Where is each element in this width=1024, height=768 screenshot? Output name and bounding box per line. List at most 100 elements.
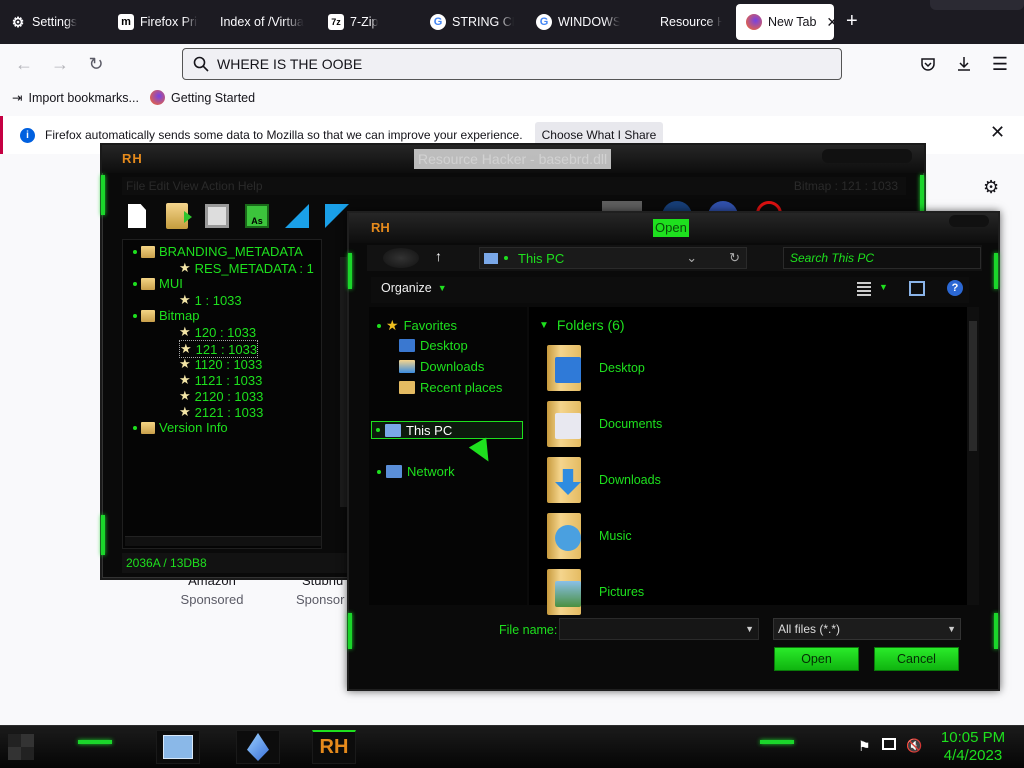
tree-node-bitmap[interactable]: Bitmap [133,308,199,323]
documents-folder-icon [547,401,581,447]
tree-node-mui[interactable]: MUI [133,276,183,291]
downloads-icon[interactable] [950,50,978,78]
taskbar: RH ⚑ 🔇 10:05 PM 4/4/2023 [0,725,1024,768]
refresh-icon[interactable]: ↻ [729,250,740,266]
new-tab-button[interactable]: + [846,10,858,33]
tab-windows[interactable]: G WINDOWS L [526,4,630,40]
folder-pictures[interactable]: Pictures [547,569,644,615]
organize-button[interactable]: Organize ▼ [381,281,447,295]
tree-node-1121[interactable]: ★ 1121 : 1033 [179,372,262,388]
forward-button[interactable]: → [46,50,74,78]
m-logo-icon: m [118,14,134,30]
back-forward-icon[interactable] [383,248,419,268]
rh-menu-bar[interactable]: File Edit View Action Help Bitmap : 121 … [122,177,906,195]
tab-new-tab[interactable]: New Tab ✕ [736,4,834,40]
nav-downloads[interactable]: Downloads [399,359,484,374]
pictures-folder-icon [547,569,581,615]
tree-node-120[interactable]: ★ 120 : 1033 [179,324,256,340]
url-bar[interactable] [182,48,842,80]
volume-muted-icon[interactable]: 🔇 [906,738,922,754]
file-type-select[interactable]: All files (*.*) ▼ [773,618,961,640]
file-type-value: All files (*.*) [778,622,841,636]
tree-node-version-info[interactable]: Version Info [133,420,228,435]
open-folder-icon[interactable] [162,201,192,231]
tab-label: 7-Zip [350,15,379,29]
tab-label: Settings [32,15,78,29]
decor-glow [760,740,794,744]
scrollbar-thumb[interactable] [969,321,977,451]
rh-status-bar: 2036A / 13DB8 [122,553,354,573]
menu-icon[interactable]: ☰ [986,50,1014,78]
start-button[interactable] [8,734,34,760]
search-box[interactable]: Search This PC [783,247,981,269]
chevron-down-icon[interactable]: ⌄ [686,250,697,266]
open-button[interactable]: Open [774,647,859,671]
network-icon[interactable] [882,738,896,750]
new-file-icon[interactable] [122,201,152,231]
file-name-input[interactable]: ▼ [559,618,759,640]
folders-group-header[interactable]: ▼ Folders (6) [539,317,625,333]
close-tab-icon[interactable]: ✕ [826,14,834,31]
flag-icon[interactable]: ⚑ [858,738,871,755]
tree-hscrollbar[interactable] [125,536,321,546]
tab-index-of[interactable]: Index of /Virtua [210,4,315,40]
tree-label: MUI [159,276,183,291]
pocket-icon[interactable] [914,50,942,78]
reload-button[interactable]: ↻ [82,50,110,78]
decor-glow [78,740,112,744]
bookmark-import[interactable]: ⇥ Import bookmarks... [12,90,139,106]
nav-recent-places[interactable]: Recent places [399,380,502,395]
open-file-dialog: RH Open ↑ This PC ⌄ ↻ Search This PC Org… [347,211,1000,691]
tab-settings[interactable]: ⚙ Settings [0,4,108,40]
control-panel-icon[interactable] [156,730,200,764]
tab-resource-hacker[interactable]: Resource H [650,4,732,40]
crystal-icon[interactable] [236,730,280,764]
bookmark-getting-started[interactable]: Getting Started [150,90,255,105]
save-icon[interactable] [202,201,232,231]
nav-desktop[interactable]: Desktop [399,338,468,353]
tree-node-res-metadata[interactable]: ★ RES_METADATA : 1 [179,260,314,276]
clock[interactable]: 10:05 PM 4/4/2023 [930,729,1016,765]
tab-firefox-privacy[interactable]: m Firefox Priv [108,4,208,40]
file-list-scrollbar[interactable] [967,307,979,605]
nav-favorites[interactable]: ★ Favorites [377,317,457,334]
cancel-button[interactable]: Cancel [874,647,959,671]
url-input[interactable] [217,56,797,72]
folder-music[interactable]: Music [547,513,632,559]
tree-node-1120[interactable]: ★ 1120 : 1033 [179,356,262,372]
back-button[interactable]: ← [10,50,38,78]
preview-pane-icon[interactable] [909,281,925,296]
computer-icon [484,252,498,264]
folder-icon [141,277,155,290]
help-icon[interactable]: ? [947,280,963,296]
chevron-down-icon: ▼ [539,319,549,331]
chevron-down-icon[interactable]: ▼ [745,624,754,634]
window-controls[interactable] [822,149,912,163]
tab-7zip[interactable]: 7z 7-Zip [318,4,418,40]
close-button[interactable] [949,215,989,227]
up-arrow-icon[interactable]: ↑ [435,248,442,264]
nav-this-pc[interactable]: This PC [371,421,523,439]
chevron-down-icon: ▼ [437,283,447,293]
view-options-icon[interactable] [857,282,871,296]
tree-node-branding[interactable]: BRANDING_METADATA [133,244,303,259]
tree-node-2121[interactable]: ★ 2121 : 1033 [179,404,263,420]
folder-downloads[interactable]: Downloads [547,457,661,503]
folder-icon [141,309,155,322]
tree-label: BRANDING_METADATA [159,244,303,259]
address-bar[interactable]: This PC ⌄ ↻ [479,247,747,269]
tree-node-2120[interactable]: ★ 2120 : 1033 [179,388,263,404]
folder-desktop[interactable]: Desktop [547,345,645,391]
tab-string-ch[interactable]: G STRING CH [420,4,524,40]
resource-hacker-icon[interactable]: RH [312,730,356,764]
tree-label: 120 : 1033 [194,324,257,340]
close-icon[interactable]: ✕ [990,122,1005,143]
desktop-icon [399,339,415,352]
back-arrow-icon[interactable] [282,201,312,231]
gear-icon[interactable]: ⚙ [983,177,999,198]
nav-network[interactable]: Network [377,464,455,479]
save-as-icon[interactable]: As [242,201,272,231]
folder-documents[interactable]: Documents [547,401,662,447]
tree-node-mui-1[interactable]: ★ 1 : 1033 [179,292,242,308]
chevron-down-icon[interactable]: ▼ [879,282,888,292]
